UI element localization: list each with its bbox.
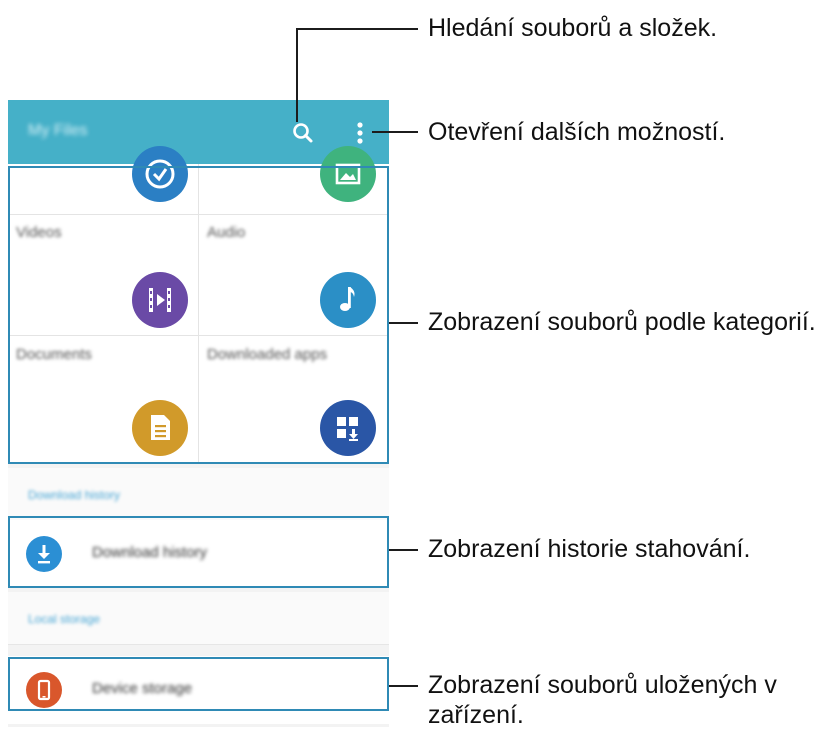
download-history-highlight — [8, 516, 389, 588]
section-header-local-storage: Local storage — [8, 592, 389, 645]
search-button[interactable] — [288, 118, 318, 148]
callout-device-line1: Zobrazení souborů uložených v — [428, 671, 777, 699]
categories-highlight — [8, 166, 389, 464]
callout-more: Otevření dalších možností. — [428, 118, 726, 146]
app-title: My Files — [28, 122, 88, 139]
callout-search: Hledání souborů a složek. — [428, 14, 718, 42]
section-header-download-history: Download history — [8, 468, 389, 521]
callout-categories: Zobrazení souborů podle kategorií. — [428, 308, 816, 336]
section-header-label: Local storage — [28, 612, 101, 626]
more-options-button[interactable] — [352, 118, 368, 148]
callout-line-device — [389, 685, 418, 687]
callout-line-search — [296, 28, 298, 122]
callout-line-history — [389, 549, 418, 551]
search-icon — [293, 123, 313, 143]
callout-line-categories — [389, 322, 418, 324]
more-vert-icon — [357, 122, 363, 144]
section-header-label: Download history — [28, 488, 121, 502]
device-storage-highlight — [8, 657, 389, 711]
callout-line-search — [296, 28, 418, 30]
callout-line-more — [372, 131, 418, 133]
callout-history: Zobrazení historie stahování. — [428, 535, 751, 563]
callout-device-line2: zařízení. — [428, 701, 524, 729]
